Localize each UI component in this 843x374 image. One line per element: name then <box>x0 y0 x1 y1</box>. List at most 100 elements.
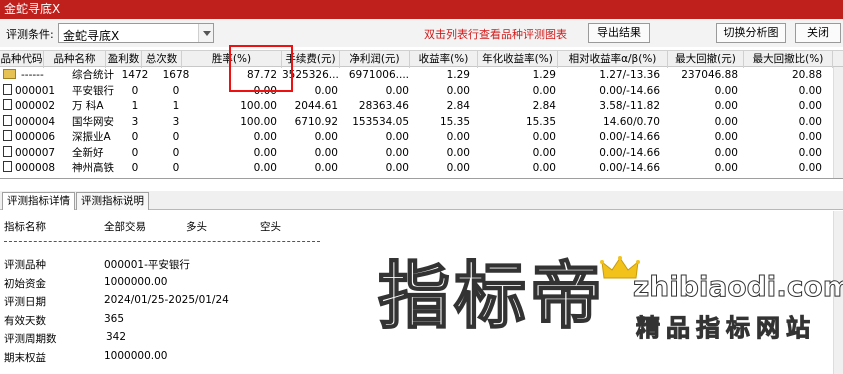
col-header-drawdown[interactable]: 最大回撤(元) <box>668 51 744 68</box>
cell-text: 0.00 <box>798 100 822 112</box>
cell-text: 2.84 <box>532 100 556 112</box>
table-row[interactable]: 000001 平安银行 0 0 0.00 0.00 0.00 0.00 0.00 0.00/-14… <box>0 83 843 99</box>
cell-text: 0.00 <box>714 131 738 143</box>
cell-return: 0.00 <box>410 146 470 161</box>
chevron-down-icon[interactable] <box>198 24 213 42</box>
cell-text: 1.29 <box>532 69 556 81</box>
cell-text: 0.00 <box>446 84 470 97</box>
table-row[interactable]: ------ 综合统计 1472 1678 87.72 3525326.... 697100… <box>0 68 843 83</box>
cell-text: 14.60/0.70 <box>603 115 660 128</box>
cell-text: 万 科A <box>72 100 104 112</box>
col-header-profit[interactable]: 净利润(元) <box>340 51 410 68</box>
cell-text: 0 <box>172 84 180 97</box>
cell-text: 0.00/-14.66 <box>599 146 660 159</box>
cell-code: 000002 <box>3 99 70 114</box>
cell-code: 000004 <box>3 114 70 130</box>
document-icon <box>3 83 12 95</box>
cell-return: 15.35 <box>410 115 470 130</box>
col-header-wins[interactable]: 盈利数 <box>106 51 142 68</box>
cell-fee: 0.00 <box>282 146 338 161</box>
cell-return: 0.00 <box>410 130 470 145</box>
cell-text: 0.00 <box>253 146 277 159</box>
document-icon <box>3 99 12 110</box>
export-button[interactable]: 导出结果 <box>588 23 650 43</box>
cell-alpha-beta: 0.00/-14.66 <box>558 146 660 161</box>
col-header-annual[interactable]: 年化收益率(%) <box>478 51 558 68</box>
detail-scrollbar[interactable] <box>833 211 843 374</box>
condition-label: 评测条件: <box>6 28 54 41</box>
cell-text: 0.00 <box>253 162 277 174</box>
table-row[interactable]: 000007 全新好 0 0 0.00 0.00 0.00 0.00 0.00 0.00/-14.… <box>0 145 843 161</box>
cell-fee: 0.00 <box>282 130 338 145</box>
cell-text: 0.00 <box>385 84 409 97</box>
cell-text: 0.00 <box>714 162 738 174</box>
cell-code: 000001 <box>3 83 70 99</box>
table-row[interactable]: 000006 深振业A 0 0 0.00 0.00 0.00 0.00 0.00 0.00/-14… <box>0 130 843 145</box>
cell-text: 0.00 <box>532 84 556 97</box>
detail-value: 1000000.00 <box>104 275 168 288</box>
col-header-total[interactable]: 总次数 <box>142 51 182 68</box>
cell-text: 1.27/-13.36 <box>599 69 660 81</box>
cell-alpha-beta: 0.00/-14.66 <box>558 130 660 145</box>
switch-chart-button[interactable]: 切换分析图 <box>716 23 786 43</box>
col-header-drawdown-ratio[interactable]: 最大回撤比(%) <box>744 51 833 68</box>
cell-text: 0 <box>172 162 180 174</box>
col-header-return[interactable]: 收益率(%) <box>410 51 478 68</box>
cell-text: 0.00 <box>714 115 738 128</box>
detail-label: 期末权益 <box>4 351 46 364</box>
cell-text: 0 <box>131 146 139 159</box>
cell-drawdown: 0.00 <box>668 115 738 130</box>
cell-annual: 2.84 <box>478 99 556 114</box>
col-header-alpha-beta[interactable]: 相对收益率α/β(%) <box>558 51 668 68</box>
cell-text: 15.35 <box>439 115 470 128</box>
cell-drawdown: 0.00 <box>668 161 738 176</box>
cell-text: 28363.46 <box>358 100 409 112</box>
cell-text: 0.00/-14.66 <box>599 162 660 174</box>
cell-text: 0.00 <box>385 131 409 143</box>
table-scrollbar[interactable] <box>833 67 843 178</box>
document-icon <box>3 114 12 126</box>
tab-metric-help[interactable]: 评测指标说明 <box>76 192 149 210</box>
cell-text: 0.00/-14.66 <box>599 84 660 97</box>
cell-winrate: 0.00 <box>182 130 277 145</box>
cell-text: 3.58/-11.82 <box>599 100 660 112</box>
toolbar: 评测条件: 金蛇寻底X 双击列表行查看品种评测图表 导出结果 切换分析图 关闭 <box>0 19 843 47</box>
cell-text: 0.00 <box>798 162 822 174</box>
cell-text: 153534.05 <box>352 115 409 128</box>
cell-text: 0.00 <box>253 131 277 143</box>
tab-metric-details[interactable]: 评测指标详情 <box>2 192 75 210</box>
col-header-code[interactable]: 品种代码 <box>0 51 44 68</box>
col-header-name[interactable]: 品种名称 <box>44 51 106 68</box>
cell-fee: 0.00 <box>282 161 338 176</box>
cell-code: 000008 <box>3 161 70 176</box>
detail-tabs: 评测指标详情 评测指标说明 <box>0 191 843 210</box>
cell-text: 0.00 <box>385 146 409 159</box>
cell-text: 0.00 <box>314 146 338 159</box>
table-row[interactable]: 000004 国华网安 3 3 100.00 6710.92 153534.05 15.35 1… <box>0 114 843 130</box>
cell-text: 100.00 <box>240 100 277 112</box>
table-row[interactable]: 000008 神州高铁 0 0 0.00 0.00 0.00 0.00 0.00 0.00/-14… <box>0 161 843 176</box>
cell-text: 0.00 <box>446 131 470 143</box>
cell-alpha-beta: 3.58/-11.82 <box>558 99 660 114</box>
detail-value: 342 <box>106 331 127 343</box>
cell-annual: 0.00 <box>478 146 556 161</box>
cell-text: 2.84 <box>446 100 470 112</box>
cell-annual: 0.00 <box>478 161 556 176</box>
cell-text: 深振业A <box>72 131 111 143</box>
cell-text: 3 <box>131 115 139 128</box>
cell-text: 0 <box>172 131 180 143</box>
cell-winrate: 100.00 <box>182 115 277 130</box>
close-button[interactable]: 关闭 <box>795 23 841 43</box>
cell-profit: 153534.05 <box>340 115 409 130</box>
table-row[interactable]: 000002 万 科A 1 1 100.00 2044.61 28363.46 2.84 2.8… <box>0 99 843 114</box>
table-divider <box>0 178 843 179</box>
cell-profit: 0.00 <box>340 146 409 161</box>
condition-select[interactable]: 金蛇寻底X <box>58 23 214 43</box>
document-icon <box>3 145 12 157</box>
cell-text: 0.00 <box>314 131 338 143</box>
cell-text: 3 <box>172 115 180 128</box>
cell-text: 2044.61 <box>294 100 338 112</box>
detail-col-metric: 指标名称 <box>4 221 46 233</box>
cell-annual: 0.00 <box>478 130 556 145</box>
cell-winrate: 100.00 <box>182 99 277 114</box>
